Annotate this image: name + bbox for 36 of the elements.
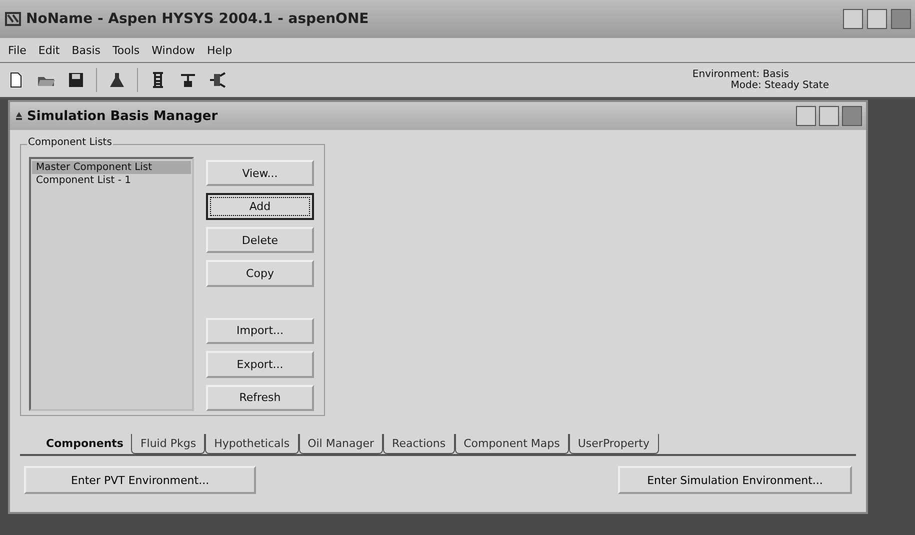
action-button[interactable]: Delete <box>206 226 314 254</box>
tab[interactable]: UserProperty <box>568 434 658 454</box>
tab[interactable]: Oil Manager <box>298 434 384 454</box>
menu-item[interactable]: Edit <box>32 44 66 56</box>
action-button[interactable]: Add <box>206 193 314 220</box>
maximize-button[interactable] <box>867 9 887 29</box>
action-button[interactable]: Refresh <box>206 384 314 412</box>
environment-label: Environment: Basis <box>692 69 789 80</box>
window-title: NoName - Aspen HYSYS 2004.1 - aspenONE <box>26 11 370 27</box>
minimize-button[interactable] <box>843 9 863 29</box>
child-window-title: Simulation Basis Manager <box>27 108 219 124</box>
component-list[interactable]: Master Component List Component List - 1 <box>29 157 194 411</box>
menu-item[interactable]: Tools <box>106 44 146 56</box>
flask-icon[interactable] <box>107 70 127 90</box>
action-button[interactable]: Copy <box>206 260 314 287</box>
group-title: Component Lists <box>27 137 113 148</box>
app-icon <box>4 10 22 28</box>
list-item[interactable]: Master Component List <box>32 161 191 174</box>
tab[interactable]: Hypotheticals <box>205 434 299 454</box>
action-button[interactable]: Export... <box>206 351 314 378</box>
tab[interactable]: Fluid Pkgs <box>131 434 206 454</box>
environment-button[interactable]: Enter PVT Environment... <box>24 466 256 494</box>
tab[interactable]: Component Maps <box>454 434 569 454</box>
minimize-button[interactable] <box>796 106 816 126</box>
menu-item[interactable]: Basis <box>66 44 107 56</box>
save-icon[interactable] <box>66 70 86 90</box>
environment-button[interactable]: Enter Simulation Environment... <box>618 466 852 494</box>
menu-item[interactable]: Help <box>201 44 238 56</box>
list-item[interactable]: Component List - 1 <box>32 174 191 187</box>
action-button[interactable]: Import... <box>206 318 314 344</box>
maximize-button[interactable] <box>819 106 839 126</box>
menu-item[interactable]: File <box>2 44 32 56</box>
tab[interactable]: Reactions <box>383 434 455 454</box>
mode-label: Mode: Steady State <box>730 80 829 91</box>
menu-item[interactable]: Window <box>146 44 202 56</box>
action-button[interactable]: View... <box>206 160 314 186</box>
